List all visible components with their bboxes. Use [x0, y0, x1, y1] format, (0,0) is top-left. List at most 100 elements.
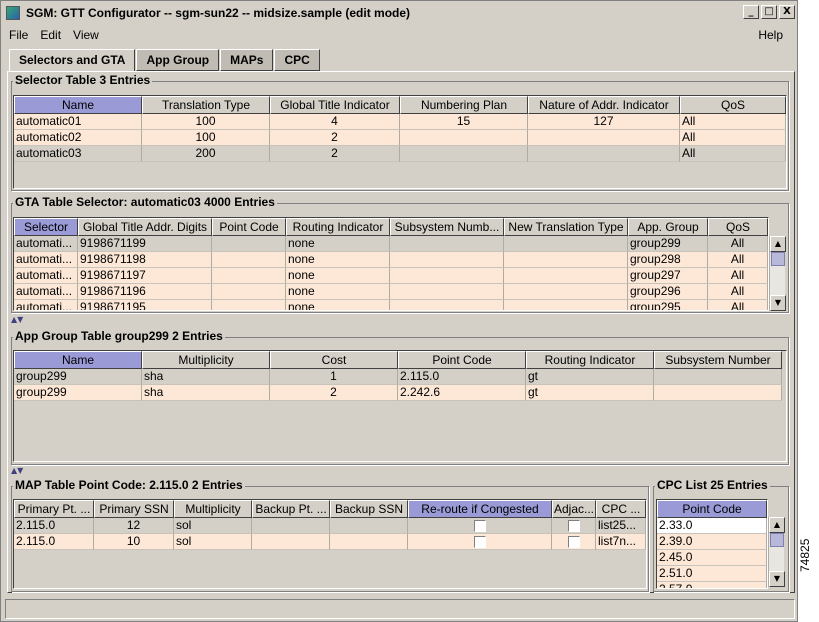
table-cell: 9198671199 [78, 236, 212, 252]
table-row[interactable]: automati... 9198671195 none group295 All [14, 300, 768, 310]
column-header[interactable]: Translation Type [142, 96, 270, 114]
list-item[interactable]: 2.57.0 [657, 582, 767, 588]
table-cell: none [286, 268, 390, 284]
table-cell: All [680, 130, 786, 146]
table-row[interactable]: 2.115.0 12 sol list25... [14, 518, 646, 534]
column-header[interactable]: Backup Pt. ... [252, 500, 330, 518]
list-item[interactable]: 2.33.0 [657, 518, 767, 534]
list-item[interactable]: 2.39.0 [657, 534, 767, 550]
table-cell: 12 [94, 518, 174, 534]
column-header[interactable]: QoS [708, 218, 768, 236]
tab-maps[interactable]: MAPs [220, 49, 274, 71]
column-header[interactable]: Point Code [212, 218, 286, 236]
column-header[interactable]: Subsystem Numb... [390, 218, 504, 236]
table-cell: 2.115.0 [14, 534, 94, 550]
table-cell [400, 146, 528, 162]
table-cell [528, 130, 680, 146]
title-bar: SGM: GTT Configurator -- sgm-sun22 -- mi… [3, 3, 797, 23]
table-row[interactable]: group299 sha 1 2.115.0 gt [14, 369, 782, 385]
column-header[interactable]: Point Code [657, 500, 767, 518]
column-header[interactable]: New Translation Type [504, 218, 628, 236]
column-header[interactable]: Subsystem Number [654, 351, 782, 369]
column-header[interactable]: Adjac... [552, 500, 596, 518]
tab-cpc[interactable]: CPC [274, 49, 320, 71]
table-row[interactable]: automatic03 200 2 All [14, 146, 786, 162]
scroll-thumb[interactable] [771, 252, 785, 266]
maximize-button[interactable]: □ [761, 5, 777, 19]
minimize-button[interactable]: _ [743, 5, 759, 19]
table-row[interactable]: automatic02 100 2 All [14, 130, 786, 146]
table-cell: none [286, 300, 390, 310]
menu-help[interactable]: Help [752, 28, 789, 42]
table-cell: All [708, 268, 768, 284]
table-cell: 15 [400, 114, 528, 130]
column-header[interactable]: Routing Indicator [286, 218, 390, 236]
appgroup-table: Name Multiplicity Cost Point Code Routing In… [13, 350, 787, 462]
column-header[interactable]: Nature of Addr. Indicator [528, 96, 680, 114]
gta-scrollbar[interactable]: ▲ ▼ [769, 236, 786, 311]
list-item[interactable]: 2.45.0 [657, 550, 767, 566]
column-header[interactable]: Backup SSN [330, 500, 408, 518]
table-cell: 200 [142, 146, 270, 162]
splitter-handle[interactable]: ▲▼ [11, 467, 23, 475]
table-cell: automatic03 [14, 146, 142, 162]
checkbox[interactable] [473, 536, 486, 549]
column-header[interactable]: Multiplicity [174, 500, 252, 518]
table-row[interactable]: 2.115.0 10 sol list7n... [14, 534, 646, 550]
table-cell [252, 534, 330, 550]
menu-edit[interactable]: Edit [34, 28, 67, 42]
column-header[interactable]: Global Title Addr. Digits [78, 218, 212, 236]
table-row[interactable]: automati... 9198671196 none group296 All [14, 284, 768, 300]
tab-strip: Selectors and GTA App Group MAPs CPC [9, 49, 321, 72]
table-cell [212, 284, 286, 300]
splitter-handle[interactable]: ▲▼ [11, 316, 23, 324]
list-item[interactable]: 2.51.0 [657, 566, 767, 582]
table-cell: All [680, 146, 786, 162]
table-cell [552, 534, 596, 550]
table-row[interactable]: automati... 9198671197 none group297 All [14, 268, 768, 284]
column-header[interactable]: Primary Pt. ... [14, 500, 94, 518]
column-header[interactable]: Point Code [398, 351, 526, 369]
table-row[interactable]: group299 sha 2 2.242.6 gt [14, 385, 782, 401]
scroll-down-icon[interactable]: ▼ [769, 571, 785, 587]
table-cell [654, 385, 782, 401]
column-header[interactable]: App. Group [628, 218, 708, 236]
scroll-up-icon[interactable]: ▲ [769, 517, 785, 533]
table-cell: All [680, 114, 786, 130]
column-header[interactable]: Name [14, 351, 142, 369]
checkbox[interactable] [567, 536, 580, 549]
table-row[interactable]: automati... 9198671199 none group299 All [14, 236, 768, 252]
checkbox[interactable] [567, 520, 580, 533]
scroll-down-icon[interactable]: ▼ [770, 295, 786, 311]
column-header[interactable]: Global Title Indicator [270, 96, 400, 114]
table-row[interactable]: automatic01 100 4 15 127 All [14, 114, 786, 130]
table-cell [330, 534, 408, 550]
cpc-scrollbar[interactable]: ▲ ▼ [768, 517, 785, 587]
close-button[interactable]: X [779, 5, 795, 19]
scroll-thumb[interactable] [770, 533, 784, 547]
column-header[interactable]: Multiplicity [142, 351, 270, 369]
menu-file[interactable]: File [3, 28, 34, 42]
column-header[interactable]: CPC ... [596, 500, 646, 518]
column-header[interactable]: Routing Indicator [526, 351, 654, 369]
table-cell [400, 130, 528, 146]
checkbox[interactable] [473, 520, 486, 533]
menu-view[interactable]: View [67, 28, 105, 42]
column-header[interactable]: Name [14, 96, 142, 114]
scroll-up-icon[interactable]: ▲ [770, 236, 786, 252]
column-header[interactable]: Cost [270, 351, 398, 369]
table-cell: 100 [142, 130, 270, 146]
table-cell [390, 268, 504, 284]
tab-app-group[interactable]: App Group [136, 49, 220, 71]
column-header[interactable]: Selector [14, 218, 78, 236]
table-cell: automati... [14, 284, 78, 300]
selector-table: Name Translation Type Global Title Indicat… [13, 95, 787, 189]
column-header[interactable]: Numbering Plan [400, 96, 528, 114]
table-row[interactable]: automati... 9198671198 none group298 All [14, 252, 768, 268]
column-header[interactable]: Re-route if Congested [408, 500, 552, 518]
column-header[interactable]: Primary SSN [94, 500, 174, 518]
table-cell: none [286, 236, 390, 252]
tab-selectors-and-gta[interactable]: Selectors and GTA [9, 49, 136, 72]
cpc-list-title: CPC List 25 Entries [655, 478, 770, 492]
column-header[interactable]: QoS [680, 96, 786, 114]
